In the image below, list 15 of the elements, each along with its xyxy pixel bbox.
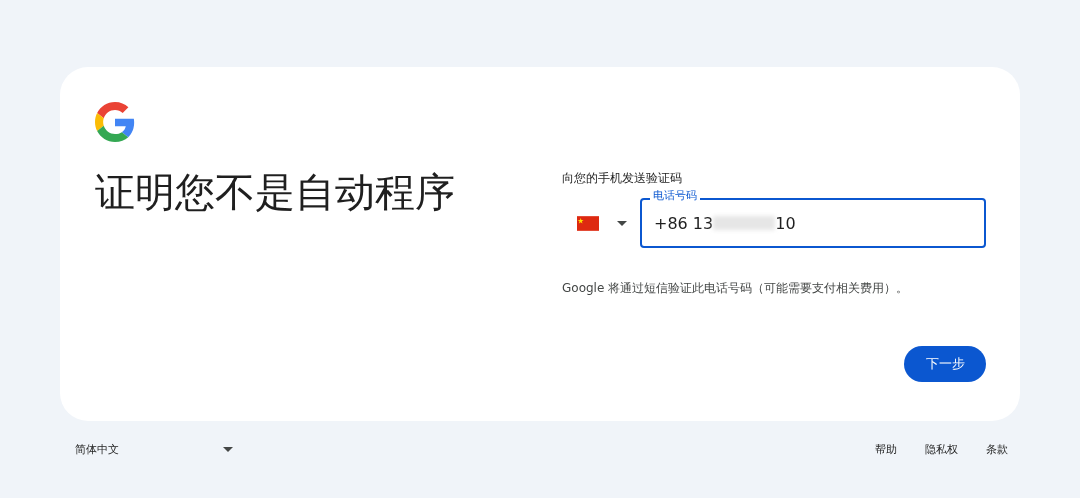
- footer-link[interactable]: 隐私权: [925, 442, 958, 457]
- caret-icon: [223, 447, 233, 452]
- next-button[interactable]: 下一步: [904, 346, 986, 382]
- page-title: 证明您不是自动程序: [95, 168, 456, 217]
- field-value: +86 13: [654, 213, 714, 233]
- field-value: 10: [775, 213, 796, 233]
- logo-icon: [95, 102, 135, 142]
- footer-link[interactable]: 帮助: [875, 442, 897, 457]
- flag-icon: [577, 215, 599, 231]
- caret-icon: [617, 220, 627, 226]
- field-label: 电话号码: [650, 189, 700, 203]
- language-selector[interactable]: 简体中文: [75, 442, 233, 457]
- footer-link[interactable]: 条款: [986, 442, 1008, 457]
- prompt-text: 向您的手机发送验证码: [562, 170, 683, 186]
- notice-text: Google 将通过短信验证此电话号码（可能需要支付相关费用）。: [562, 280, 910, 296]
